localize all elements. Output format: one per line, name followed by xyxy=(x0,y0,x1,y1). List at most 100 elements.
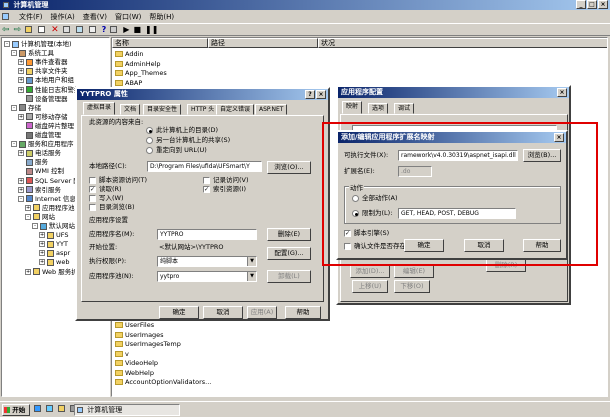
menu-help[interactable]: 帮助(H) xyxy=(149,12,174,22)
verify-file-checkbox[interactable] xyxy=(344,243,351,250)
expand-icon[interactable]: + xyxy=(39,241,45,248)
tree-item[interactable]: + 可移动存储 xyxy=(2,113,68,122)
move-down-button[interactable]: 下移(O) xyxy=(394,280,430,293)
tree-item[interactable]: + 本地用户和组 xyxy=(2,76,74,85)
column-path[interactable]: 路径 xyxy=(208,38,318,48)
close-button[interactable]: × xyxy=(598,0,608,9)
menu-file[interactable]: 文件(F) xyxy=(19,12,43,22)
mmc-icon[interactable] xyxy=(110,26,118,33)
expand-icon[interactable]: + xyxy=(18,150,24,157)
tree-item[interactable]: + 性能日志和警报 xyxy=(2,86,81,95)
list-item[interactable]: VideoHelp xyxy=(112,359,158,368)
list-item[interactable]: App_Themes xyxy=(112,69,167,78)
expand-icon[interactable]: + xyxy=(18,186,24,193)
menu-view[interactable]: 查看(V) xyxy=(83,12,107,22)
list-item[interactable]: AdminHelp xyxy=(112,60,161,69)
tab-http-headers[interactable]: HTTP 头 xyxy=(187,104,219,115)
radio-redirect-url[interactable] xyxy=(146,147,153,154)
tree-item[interactable]: + UFS xyxy=(2,231,69,240)
menu-action[interactable]: 操作(A) xyxy=(51,12,75,22)
tree-item[interactable]: - 计算机管理(本地) xyxy=(2,40,72,49)
tree-item[interactable]: 设备管理器 xyxy=(2,95,68,104)
tree-item[interactable]: 服务 xyxy=(2,158,48,167)
list-item[interactable]: WebHelp xyxy=(112,369,154,378)
mapping-ok-button[interactable]: 确定 xyxy=(404,239,444,252)
tree-item[interactable]: + 事件查看器 xyxy=(2,58,68,67)
list-item[interactable]: UserImages xyxy=(112,331,164,340)
properties-ok-button[interactable]: 确定 xyxy=(159,306,199,319)
limit-to-radio[interactable] xyxy=(352,210,359,217)
config-button[interactable]: 配置(G)... xyxy=(267,247,311,260)
ext-field[interactable]: .do xyxy=(398,166,432,177)
tree-item[interactable]: - 服务和应用程序 xyxy=(2,140,74,149)
pause-icon[interactable]: ❚❚ xyxy=(145,25,158,34)
forward-icon[interactable]: ⇨ xyxy=(14,25,22,35)
list-item[interactable]: Addin xyxy=(112,50,144,59)
tab-aspnet[interactable]: ASP.NET xyxy=(255,104,288,115)
properties-apply-button[interactable]: 应用(A) xyxy=(247,306,277,319)
tree-item[interactable]: + YYT xyxy=(2,240,68,249)
play-icon[interactable]: ▶ xyxy=(123,25,129,34)
maximize-button[interactable]: □ xyxy=(587,0,597,9)
exe-browse-button[interactable]: 浏览(B)... xyxy=(523,149,561,162)
app-name-field[interactable]: YYTPRO xyxy=(157,229,257,240)
tab-documents[interactable]: 文档 xyxy=(120,104,141,115)
tab-options[interactable]: 选项 xyxy=(368,103,389,114)
radio-local-directory[interactable] xyxy=(146,127,153,134)
tree-item[interactable]: + 共享文件夹 xyxy=(2,67,68,76)
explorer-icon[interactable] xyxy=(58,405,65,412)
properties-close-button[interactable]: × xyxy=(316,90,326,99)
taskbar-task-computer-management[interactable]: 计算机管理 xyxy=(74,404,180,416)
expand-icon[interactable]: + xyxy=(25,268,31,275)
collapse-icon[interactable]: - xyxy=(11,104,17,111)
list-item[interactable]: UserFiles xyxy=(112,321,154,330)
mapping-close-button[interactable]: × xyxy=(554,133,564,142)
dir-browse-checkbox[interactable] xyxy=(89,204,96,211)
menu-window[interactable]: 窗口(W) xyxy=(115,12,141,22)
collapse-icon[interactable]: - xyxy=(11,50,17,57)
desktop-icon[interactable] xyxy=(46,405,53,412)
tab-debugging[interactable]: 调试 xyxy=(394,103,415,114)
mapping-cancel-button[interactable]: 取消 xyxy=(464,239,504,252)
ie-icon[interactable] xyxy=(34,405,41,412)
app-config-close-button[interactable]: × xyxy=(557,88,567,97)
collapse-icon[interactable]: - xyxy=(18,195,24,202)
tab-directory-security[interactable]: 目录安全性 xyxy=(143,104,182,115)
tree-item[interactable]: - 系统工具 xyxy=(2,49,54,58)
write-checkbox[interactable] xyxy=(89,195,96,202)
radio-share[interactable] xyxy=(146,137,153,144)
tree-item[interactable]: + aspr xyxy=(2,249,70,258)
app-pool-select[interactable]: yytpro ▼ xyxy=(157,271,257,282)
expand-icon[interactable]: + xyxy=(18,68,24,75)
read-checkbox[interactable]: ✓ xyxy=(89,186,96,193)
tree-item[interactable]: - 默认网站 xyxy=(2,222,75,231)
tree-item[interactable]: + 电话服务 xyxy=(2,149,61,158)
tree-item[interactable]: + Web 服务扩 xyxy=(2,268,78,277)
minimize-button[interactable]: _ xyxy=(576,0,586,9)
tree-item[interactable]: 磁盘碎片整理 xyxy=(2,122,74,131)
column-name[interactable]: 名称 xyxy=(112,38,208,48)
log-visits-checkbox[interactable] xyxy=(203,177,210,184)
export-icon[interactable] xyxy=(88,26,96,33)
list-item[interactable]: UserImagesTemp xyxy=(112,340,181,349)
tab-virtual-directory[interactable]: 虚拟目录 xyxy=(83,102,116,115)
back-icon[interactable]: ⇦ xyxy=(2,25,10,35)
exec-perm-select[interactable]: 纯脚本 ▼ xyxy=(157,256,257,267)
move-up-button[interactable]: 上移(U) xyxy=(352,280,388,293)
unload-button[interactable]: 卸载(L) xyxy=(267,270,311,283)
delete-icon[interactable]: ✕ xyxy=(51,25,59,35)
refresh-icon[interactable] xyxy=(75,26,83,33)
start-button[interactable]: 开始 xyxy=(2,404,30,416)
tree-item[interactable]: - 网站 xyxy=(2,213,55,222)
collapse-icon[interactable]: - xyxy=(25,213,31,220)
expand-icon[interactable]: + xyxy=(18,59,24,66)
remove-app-button[interactable]: 删除(E) xyxy=(267,228,311,241)
tree-item[interactable]: + 索引服务 xyxy=(2,186,61,195)
script-engine-checkbox[interactable]: ✓ xyxy=(344,230,351,237)
list-item[interactable]: AccountOptionValidators... xyxy=(112,378,211,387)
properties-cancel-button[interactable]: 取消 xyxy=(203,306,243,319)
expand-icon[interactable]: + xyxy=(18,113,24,120)
expand-icon[interactable]: + xyxy=(18,177,24,184)
mapping-add-button[interactable]: 添加(D)... xyxy=(350,265,390,278)
app-menu-icon[interactable] xyxy=(2,13,9,20)
